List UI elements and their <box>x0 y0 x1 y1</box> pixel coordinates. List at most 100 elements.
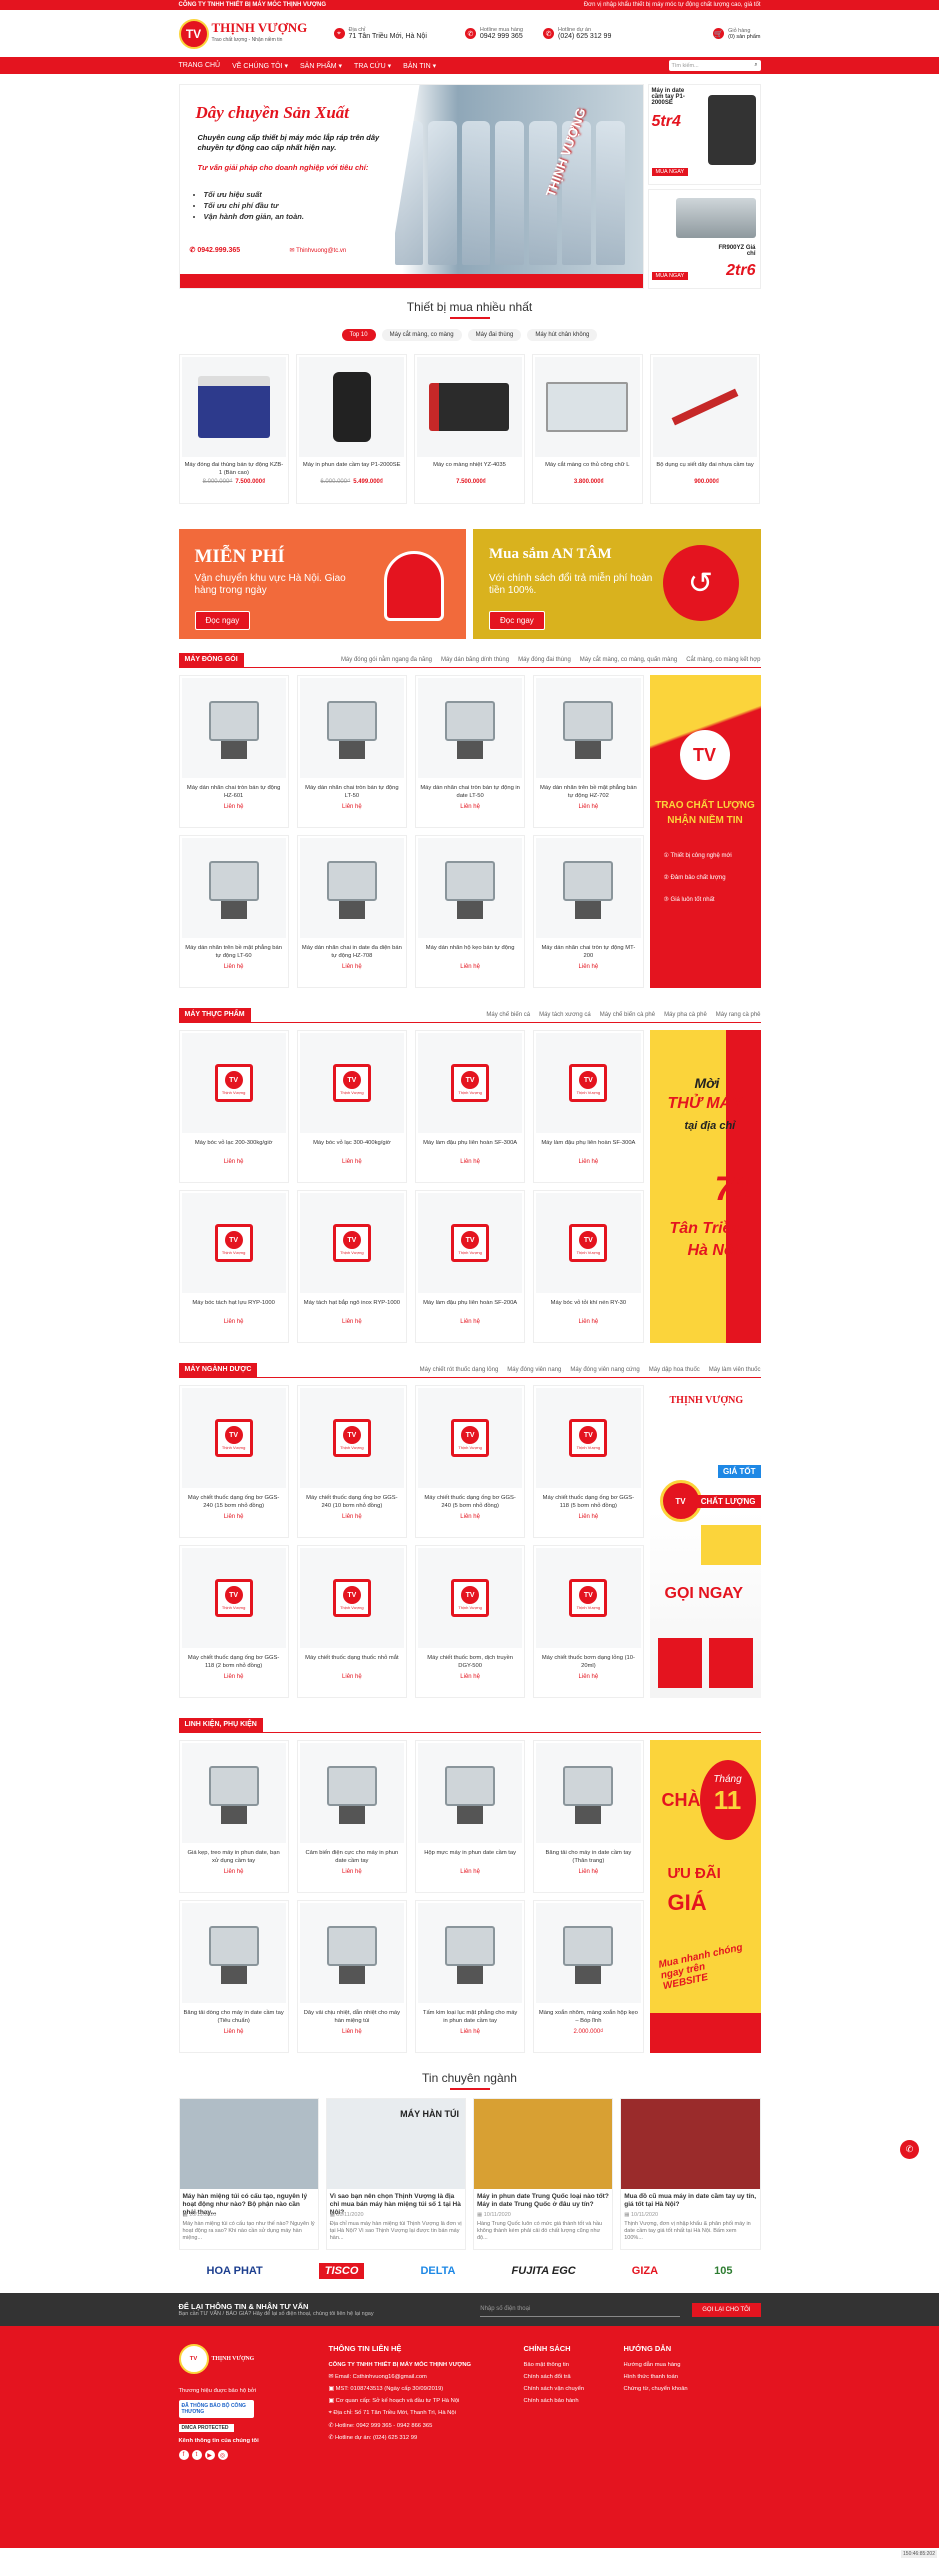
product-card[interactable]: Dây vải chịu nhiệt, dẫn nhiệt cho máy hà… <box>296 1900 407 2053</box>
news-card[interactable]: Máy in phun date Trung Quốc loại nào tốt… <box>473 2098 614 2250</box>
product-name[interactable]: Máy chiết thuốc dạng ống bơ GGS-240 (10 … <box>302 1494 402 1510</box>
promo-free-ship[interactable]: MIỄN PHÍ Vận chuyển khu vực Hà Nội. Giao… <box>178 529 466 639</box>
product-card[interactable]: TV Thịnh Vượng Máy bóc vỏ lạc 300-400kg/gi… <box>296 1030 407 1183</box>
product-card[interactable]: TV Thịnh Vượng Máy chiết thuốc dạng ống bơ… <box>178 1545 289 1698</box>
nav-home[interactable]: TRANG CHỦ <box>179 62 221 69</box>
product-name[interactable]: Máy dán nhãn chai tròn bán tự động LT-50 <box>302 784 402 800</box>
promo-return[interactable]: Mua sắm AN TÂM Với chính sách đổi trả mi… <box>473 529 761 639</box>
category-ad[interactable]: Mời THỬ MÁY tại địa chỉ 71 Tân Triều Hà … <box>649 1030 761 1343</box>
product-card[interactable]: Máy dán nhãn chai tròn bán tự động HZ-60… <box>178 675 289 828</box>
product-name[interactable]: Máy bóc vỏ lạc 300-400kg/giờ <box>302 1139 402 1155</box>
tab-vacuum[interactable]: Máy hút chân không <box>527 329 598 341</box>
product-card[interactable]: Máy dán nhãn hộ kẹo bán tự động Liên hệ <box>415 835 526 988</box>
product-card[interactable]: Máy dán nhãn chai tròn tự động MT-200 Liê… <box>533 835 644 988</box>
product-name[interactable]: Máy dán nhãn chai tròn bán tự động in da… <box>420 784 520 800</box>
product-card[interactable]: Băng tải dòng cho máy in date cầm tay (T… <box>178 1900 289 2053</box>
bct-badge[interactable]: ĐÃ THÔNG BÁO BỘ CÔNG THƯƠNG <box>178 2400 254 2418</box>
promo-a-button[interactable]: Đọc ngay <box>194 611 251 630</box>
product-card[interactable]: TV Thịnh Vượng Máy tách hạt bắp ngô inox R… <box>296 1190 407 1343</box>
news-card[interactable]: Máy hàn miệng túi có cấu tạo, nguyên lý … <box>178 2098 319 2250</box>
category-tag[interactable]: LINH KIỆN, PHỤ KIỆN <box>178 1717 263 1733</box>
product-card[interactable]: Máy đóng đai thùng bán tự động KZB-1 (Bà… <box>178 354 290 504</box>
footer-link[interactable]: Hình thức thanh toán <box>624 2374 724 2380</box>
product-card[interactable]: Máy dán nhãn trên bề mặt phẳng bán tự độ… <box>533 675 644 828</box>
category-tag[interactable]: MÁY THỰC PHẨM <box>178 1007 251 1023</box>
product-card[interactable]: Máy dán nhãn chai tròn bán tự động LT-50… <box>296 675 407 828</box>
product-card[interactable]: TV Thịnh Vượng Máy bóc vỏ tỏi khí nén RY-3… <box>533 1190 644 1343</box>
product-name[interactable]: Máy làm đậu phụ liên hoàn SF-300A <box>538 1139 638 1155</box>
product-name[interactable]: Máy chiết thuốc dạng ống bơ GGS-118 (5 b… <box>538 1494 638 1510</box>
product-card[interactable]: Hộp mực máy in phun date cầm tay Liên hệ <box>415 1740 526 1893</box>
product-card[interactable]: Bộ dụng cụ siết dây đai nhựa cầm tay 900… <box>649 354 761 504</box>
product-card[interactable]: TV Thịnh Vượng Máy chiết thuốc dạng thuốc … <box>296 1545 407 1698</box>
side2-buy-button[interactable]: MUA NGAY <box>651 272 689 280</box>
footer-link[interactable]: Bảo mật thông tin <box>524 2362 624 2368</box>
product-card[interactable]: TV Thịnh Vượng Máy làm đậu phụ liên hoàn S… <box>533 1030 644 1183</box>
category-link[interactable]: Máy chế biến cá <box>486 1012 530 1018</box>
category-link[interactable]: Máy đóng gói nằm ngang đa năng <box>341 657 432 663</box>
news-card[interactable]: MÁY HÀN TÚI Vì sao bạn nên chọn Thịnh Vư… <box>325 2098 466 2250</box>
footer-link[interactable]: Chính sách đổi trả <box>524 2374 624 2380</box>
category-link[interactable]: Máy đóng viên nang cứng <box>570 1367 639 1373</box>
search-icon[interactable]: ⌕ <box>754 62 757 69</box>
product-name[interactable]: Hộp mực máy in phun date cầm tay <box>420 1849 520 1865</box>
product-name[interactable]: Máy chiết thuốc dạng ống bơ GGS-118 (2 b… <box>184 1654 284 1670</box>
category-link[interactable]: Máy làm viên thuốc <box>709 1367 761 1373</box>
product-card[interactable]: Máy co màng nhiệt YZ-4035 7.500.000₫ <box>414 354 525 504</box>
product-name[interactable]: Màng xoắn nhôm, màng xoắn hộp kẹo – Bóp … <box>538 2009 638 2025</box>
product-card[interactable]: Băng tải cho máy in date cầm tay (Thân t… <box>533 1740 644 1893</box>
product-name[interactable]: Dây vải chịu nhiệt, dẫn nhiệt cho máy hà… <box>302 2009 402 2025</box>
footer-link[interactable]: Chính sách bảo hành <box>524 2398 624 2404</box>
category-link[interactable]: Máy dán băng dính thùng <box>441 657 509 663</box>
product-name[interactable]: Máy làm đậu phụ liên hoàn SF-300A <box>420 1139 520 1155</box>
banner-side-card-1[interactable]: Máy in date cầm tay P1-2000SE 5tr4 MUA N… <box>647 84 761 185</box>
product-card[interactable]: TV Thịnh Vượng Máy bóc vỏ lạc 200-300kg/gi… <box>178 1030 289 1183</box>
product-name[interactable]: Máy dán nhãn trên bề mặt phẳng bán tự độ… <box>184 944 284 960</box>
product-name[interactable]: Máy bóc vỏ tỏi khí nén RY-30 <box>538 1299 638 1315</box>
product-name[interactable]: Máy bóc tách hạt lựu RYP-1000 <box>184 1299 284 1315</box>
callback-button[interactable]: GỌI LẠI CHO TÔI <box>692 2302 761 2317</box>
product-card[interactable]: Máy dán nhãn trên bề mặt phẳng bán tự độ… <box>178 835 289 988</box>
nav-about[interactable]: VỀ CHÚNG TÔI ▾ <box>232 62 288 70</box>
footer-link[interactable]: Chứng từ, chuyển khoản <box>624 2386 724 2392</box>
product-name[interactable]: Băng tải dòng cho máy in date cầm tay (T… <box>184 2009 284 2025</box>
phone-float-icon[interactable]: ✆ <box>900 2140 919 2159</box>
product-name[interactable]: Máy dán nhãn trên bề mặt phẳng bán tự độ… <box>538 784 638 800</box>
product-name[interactable]: Cảm biến điện cực cho máy in phun date c… <box>302 1849 402 1865</box>
twitter-icon[interactable]: t <box>191 2450 202 2460</box>
product-card[interactable]: Máy in phun date cầm tay P1-2000SE 6.000… <box>296 354 408 504</box>
category-ad[interactable]: TV TRAO CHẤT LƯỢNG NHẬN NIỀM TIN ① Thiết… <box>649 675 761 988</box>
category-tag[interactable]: MÁY NGÀNH DƯỢC <box>178 1362 258 1378</box>
product-name[interactable]: Máy dán nhãn chai tròn bán tự động HZ-60… <box>184 784 284 800</box>
news-card[interactable]: Mua đồ cũ mua máy in date cầm tay uy tín… <box>620 2098 761 2250</box>
product-card[interactable]: Tấm kim loại lục mặt phẳng cho máy in ph… <box>415 1900 526 2053</box>
product-name[interactable]: Máy làm đậu phụ liên hoàn SF-200A <box>420 1299 520 1315</box>
product-card[interactable]: TV Thịnh Vượng Máy chiết thuốc bơm dạng lỏ… <box>533 1545 644 1698</box>
news-headline[interactable]: Vì sao bạn nên chọn Thịnh Vượng là địa c… <box>330 2193 462 2216</box>
tab-strapping[interactable]: Máy đai thùng <box>467 329 522 341</box>
phone-input[interactable]: Nhập số điện thoại <box>480 2302 681 2317</box>
news-headline[interactable]: Mua đồ cũ mua máy in date cầm tay uy tín… <box>624 2193 756 2209</box>
product-card[interactable]: Màng xoắn nhôm, màng xoắn hộp kẹo – Bóp … <box>533 1900 644 2053</box>
banner-side-card-2[interactable]: FR900YZ Giá chỉ 2tr6 MUA NGAY <box>647 188 761 289</box>
nav-products[interactable]: SẢN PHẨM ▾ <box>300 62 342 70</box>
logo[interactable]: TV THỊNH VƯỢNG Trao chất lượng - Nhận niề… <box>178 18 309 49</box>
tab-top10[interactable]: Top 10 <box>341 329 376 341</box>
product-name[interactable]: Tấm kim loại lục mặt phẳng cho máy in ph… <box>420 2009 520 2025</box>
category-link[interactable]: Máy rang cà phê <box>716 1012 761 1018</box>
product-card[interactable]: TV Thịnh Vượng Máy chiết thuốc dạng ống bơ… <box>415 1385 526 1538</box>
category-link[interactable]: Máy đóng viên nang <box>507 1367 561 1373</box>
header-hotline[interactable]: ✆ Hotline mua hàng 0942 999 365 <box>464 27 523 40</box>
category-link[interactable]: Máy tách xương cá <box>539 1012 591 1018</box>
footer-logo[interactable]: TV THỊNH VƯỢNG <box>178 2344 309 2380</box>
product-card[interactable]: Máy cắt màng co thủ công chữ L 3.800.000… <box>531 354 643 504</box>
nav-news[interactable]: BẢN TIN ▾ <box>403 62 436 70</box>
category-tag[interactable]: MÁY ĐÓNG GÓI <box>178 652 244 668</box>
side1-buy-button[interactable]: MUA NGAY <box>651 167 689 176</box>
product-card[interactable]: TV Thịnh Vượng Máy làm đậu phụ liên hoàn S… <box>415 1190 526 1343</box>
product-card[interactable]: TV Thịnh Vượng Máy chiết thuốc dạng ống bơ… <box>178 1385 289 1538</box>
product-name[interactable]: Máy chiết thuốc dạng ống bơ GGS-240 (5 b… <box>420 1494 520 1510</box>
youtube-icon[interactable]: ▶ <box>204 2450 215 2460</box>
category-link[interactable]: Cắt màng, co màng kết hợp <box>686 657 760 663</box>
category-link[interactable]: Máy đóng đai thùng <box>518 657 571 663</box>
